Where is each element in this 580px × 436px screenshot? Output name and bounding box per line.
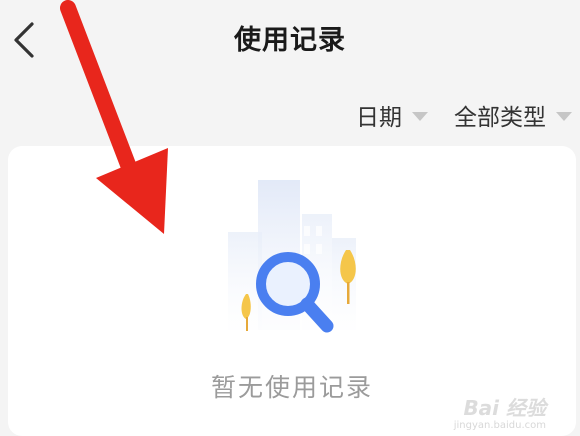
watermark-url: jingyan.baidu.com — [453, 420, 546, 431]
records-card: 暂无使用记录 Bai 经验 jingyan.baidu.com — [8, 146, 576, 436]
caret-down-icon — [556, 111, 572, 121]
date-filter-label: 日期 — [356, 105, 402, 131]
page-title: 使用记录 — [234, 25, 346, 56]
date-filter-dropdown[interactable]: 日期 — [356, 98, 428, 132]
watermark-brand: Bai 经验 — [463, 396, 546, 420]
type-filter-label: 全部类型 — [454, 105, 546, 131]
caret-down-icon — [412, 111, 428, 121]
magnifier-city-illustration — [228, 180, 356, 333]
baidu-jingyan-watermark: Bai 经验 jingyan.baidu.com — [454, 396, 546, 432]
type-filter-dropdown[interactable]: 全部类型 — [454, 98, 572, 132]
top-bar: 使用记录 — [0, 0, 580, 80]
filter-bar: 日期 全部类型 — [356, 95, 572, 135]
